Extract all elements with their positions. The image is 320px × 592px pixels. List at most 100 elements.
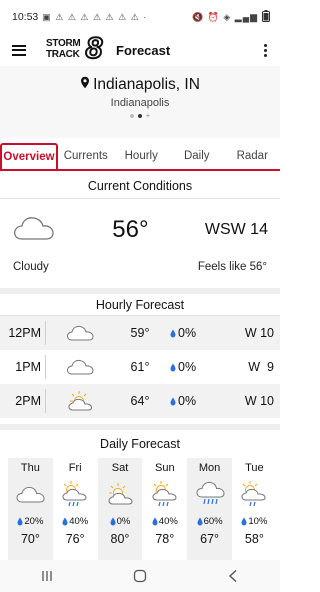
hour-temperature: 59° bbox=[130, 326, 150, 340]
tab-bar: Overview Currents Hourly Daily Radar bbox=[0, 143, 280, 171]
partly-cloudy-icon bbox=[46, 390, 114, 412]
day-precip-value: 40% bbox=[158, 515, 178, 527]
cloud-icon bbox=[8, 478, 53, 510]
daily-forecast-card[interactable]: Daily Forecast Thu 20% 70° Fri 40% 76° S… bbox=[0, 430, 280, 562]
daily-forecast-title: Daily Forecast bbox=[100, 437, 180, 451]
hour-precip-value: 0% bbox=[178, 394, 197, 408]
pager-dot-active bbox=[137, 114, 142, 118]
home-button[interactable] bbox=[128, 566, 152, 586]
day-name: Mon bbox=[198, 462, 221, 474]
back-button[interactable] bbox=[221, 566, 245, 586]
raindrop-icon bbox=[62, 517, 68, 525]
day-precip-value: 10% bbox=[248, 515, 268, 527]
notification-icons: ▣ ⚠ ⚠ ⚠ ⚠ ⚠ ⚠ ⚠ · bbox=[42, 11, 148, 22]
hour-wind: W 9 bbox=[248, 360, 274, 374]
current-temperature: 56° bbox=[112, 216, 149, 243]
system-status-icons: 🔇 ⏰ ◈ ▂▄▆ bbox=[191, 11, 258, 22]
recent-apps-button[interactable] bbox=[35, 566, 59, 586]
daily-day[interactable]: Thu 20% 70° bbox=[8, 458, 53, 562]
app-bar: STORM TRACK 8 Forecast bbox=[0, 32, 280, 66]
logo-text-storm: STORM bbox=[46, 38, 81, 49]
current-conditions-title: Current Conditions bbox=[0, 172, 280, 199]
feels-like-text: Feels like 56° bbox=[197, 261, 267, 273]
raindrop-icon bbox=[17, 517, 23, 525]
hour-wind: W 10 bbox=[244, 394, 274, 408]
raindrop-icon bbox=[170, 329, 176, 337]
add-location-icon[interactable]: + bbox=[146, 112, 151, 120]
tab-overview[interactable]: Overview bbox=[0, 143, 58, 169]
day-temperature: 70° bbox=[20, 532, 40, 546]
day-name: Tue bbox=[245, 462, 264, 474]
current-conditions-card[interactable]: Current Conditions 56° WSW 14 Cloudy Fee… bbox=[0, 172, 280, 288]
day-precip: 60% bbox=[187, 510, 232, 528]
daily-day[interactable]: Sun 40% 78° bbox=[142, 458, 187, 562]
hourly-row[interactable]: 1PM 61° 0% W 9 bbox=[0, 350, 280, 384]
day-precip: 40% bbox=[142, 510, 187, 528]
tab-hourly[interactable]: Hourly bbox=[114, 143, 170, 169]
cloud-icon bbox=[46, 323, 114, 343]
day-name: Thu bbox=[20, 462, 40, 474]
hour-time: 12PM bbox=[0, 321, 46, 345]
pager-dot bbox=[129, 114, 134, 118]
hourly-row[interactable]: 2PM 64° 0% W 10 bbox=[0, 384, 280, 418]
tab-daily[interactable]: Daily bbox=[169, 143, 225, 169]
stormtrack-logo: STORM TRACK 8 bbox=[46, 32, 108, 66]
hour-temperature: 64° bbox=[130, 394, 150, 408]
hour-time: 1PM bbox=[0, 355, 46, 379]
location-subtitle: Indianapolis bbox=[110, 97, 170, 109]
logo-text-track: TRACK bbox=[46, 49, 80, 60]
daily-day[interactable]: Sat 0% 80° bbox=[97, 458, 143, 562]
page-title: Forecast bbox=[116, 42, 171, 58]
day-temperature: 58° bbox=[244, 532, 264, 546]
hour-precip: 0% bbox=[166, 394, 216, 408]
overflow-menu-icon[interactable] bbox=[258, 43, 272, 57]
daily-day[interactable]: Mon 60% 67° bbox=[187, 458, 232, 562]
logo-number: 8 bbox=[85, 32, 104, 66]
sun-rain-icon bbox=[142, 478, 187, 510]
hour-precip: 0% bbox=[166, 360, 216, 374]
day-name: Sat bbox=[111, 462, 129, 474]
system-nav-bar bbox=[0, 560, 280, 592]
location-pager[interactable]: + bbox=[0, 112, 280, 120]
hourly-row[interactable]: 12PM 59° 0% W 10 bbox=[0, 316, 280, 350]
day-precip: 10% bbox=[232, 510, 277, 528]
day-precip: 0% bbox=[98, 510, 143, 528]
raindrop-icon bbox=[170, 363, 176, 371]
hourly-forecast-card[interactable]: Hourly Forecast 12PM 59° 0% W 10 1PM 61°… bbox=[0, 294, 280, 418]
current-condition-text: Cloudy bbox=[13, 261, 49, 273]
hour-precip-value: 0% bbox=[178, 326, 197, 340]
rain-icon bbox=[187, 478, 232, 510]
day-precip-value: 0% bbox=[116, 515, 131, 527]
hourly-forecast-title: Hourly Forecast bbox=[0, 294, 280, 316]
location-header[interactable]: Indianapolis, IN Indianapolis + bbox=[0, 66, 280, 138]
day-precip: 20% bbox=[8, 510, 53, 528]
raindrop-icon bbox=[170, 397, 176, 405]
day-precip-value: 40% bbox=[69, 515, 89, 527]
hour-precip-value: 0% bbox=[178, 360, 197, 374]
day-precip-value: 60% bbox=[203, 515, 223, 527]
raindrop-icon bbox=[110, 517, 116, 525]
status-bar: 10:53 ▣ ⚠ ⚠ ⚠ ⚠ ⚠ ⚠ ⚠ · 🔇 ⏰ ◈ ▂▄▆ bbox=[0, 0, 280, 34]
cloud-icon bbox=[46, 357, 114, 377]
raindrop-icon bbox=[241, 517, 247, 525]
day-temperature: 78° bbox=[155, 532, 175, 546]
raindrop-icon bbox=[197, 517, 203, 525]
daily-day[interactable]: Fri 40% 76° bbox=[53, 458, 98, 562]
daily-day[interactable]: Tue 10% 58° bbox=[232, 458, 277, 562]
day-precip-value: 20% bbox=[24, 515, 44, 527]
raindrop-icon bbox=[152, 517, 158, 525]
battery-icon bbox=[262, 9, 270, 25]
menu-icon[interactable] bbox=[12, 44, 26, 56]
tab-currents[interactable]: Currents bbox=[58, 143, 114, 169]
day-temperature: 76° bbox=[65, 532, 85, 546]
day-temperature: 80° bbox=[110, 532, 130, 546]
partly-cloudy-icon bbox=[98, 478, 143, 510]
hour-wind: W 10 bbox=[244, 326, 274, 340]
hour-time: 2PM bbox=[0, 389, 46, 413]
tab-radar[interactable]: Radar bbox=[225, 143, 281, 169]
day-name: Fri bbox=[68, 462, 82, 474]
day-precip: 40% bbox=[53, 510, 98, 528]
hour-precip: 0% bbox=[166, 326, 216, 340]
sun-rain-icon bbox=[232, 478, 277, 510]
current-wind: WSW 14 bbox=[204, 221, 268, 238]
